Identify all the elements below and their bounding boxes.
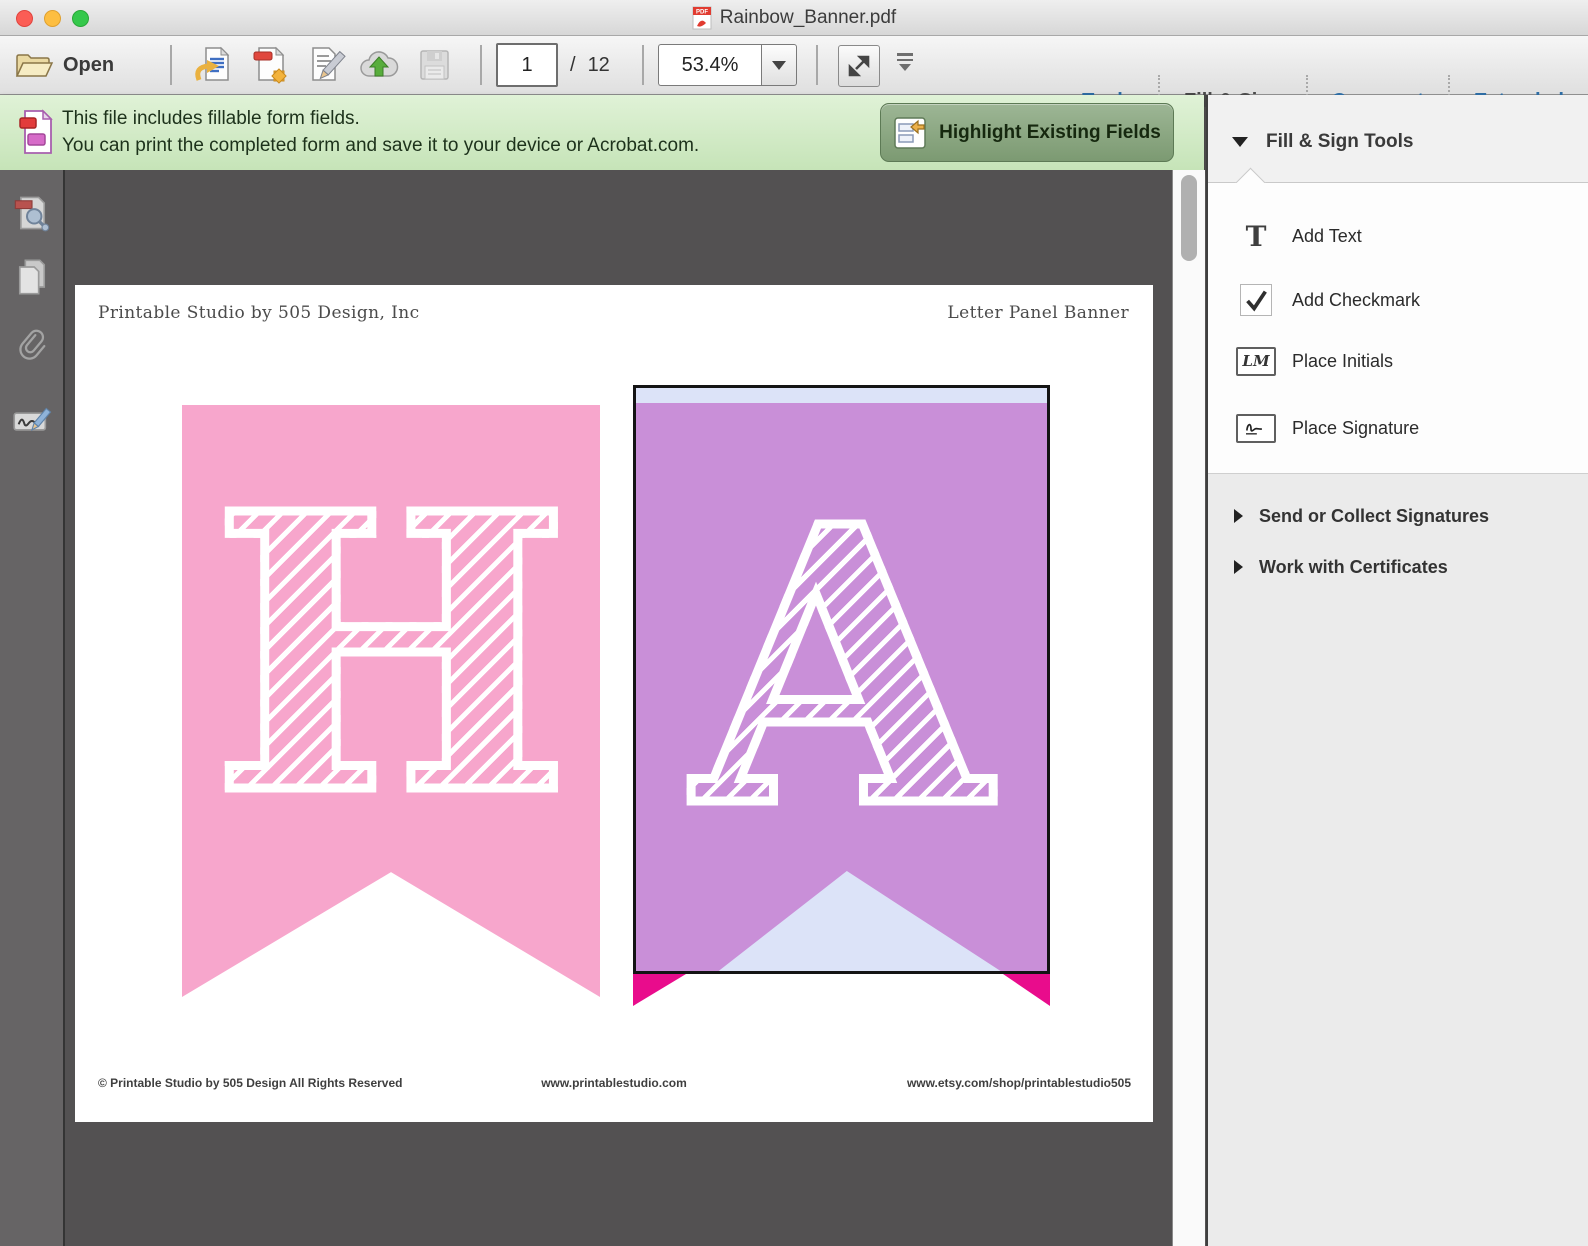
share-file-icon [195,46,230,81]
overflow-arrow-icon [899,64,911,71]
toolbar-separator [642,45,644,85]
toolbar-separator [170,45,172,85]
attachments-panel-button[interactable] [12,326,52,366]
signatures-panel-button[interactable] [12,401,52,441]
pdf-file-icon: PDF [692,6,712,29]
zoom-dropdown-button[interactable] [761,44,797,86]
page-header-left: Printable Studio by 505 Design, Inc [98,303,420,323]
zoom-control: 53.4% [658,36,797,94]
fullscreen-button[interactable] [838,45,880,87]
create-pdf-button[interactable] [247,43,291,87]
sign-document-button[interactable] [302,43,346,87]
panel-tools-list: T Add Text Add Checkmark LM Place Initia… [1208,183,1588,474]
page-count: 12 [587,53,610,76]
page-thumbnails-icon [14,196,50,232]
pages-panel-button[interactable] [12,257,52,297]
initials-sample: LM [1242,352,1270,370]
notification-text: This file includes fillable form fields.… [62,105,699,159]
scrollbar-thumb[interactable] [1181,175,1197,261]
pages-icon [18,259,46,295]
overflow-bar-icon [897,58,913,61]
fill-and-sign-tools-header[interactable]: Fill & Sign Tools [1232,131,1413,153]
expand-triangle-icon [1234,560,1243,574]
toolbar-separator [816,45,818,85]
highlight-existing-fields-button[interactable]: Highlight Existing Fields [880,103,1174,162]
chevron-down-icon [772,60,786,70]
work-with-certificates-label: Work with Certificates [1259,556,1448,577]
upload-to-cloud-button[interactable] [357,43,401,87]
sign-pencil-icon [312,47,346,81]
place-signature-label: Place Signature [1292,417,1420,438]
place-signature-icon [1234,413,1278,443]
zoom-level-input[interactable]: 53.4% [658,44,761,86]
highlight-button-label: Highlight Existing Fields [939,121,1161,143]
paperclip-icon [19,329,46,360]
place-initials-tool[interactable]: LM Place Initials [1208,339,1588,383]
page-number-input[interactable]: 1 [496,43,558,87]
form-fields-notification-bar: This file includes fillable form fields.… [0,95,1204,171]
banner-pennant-h: H [182,405,600,997]
add-checkmark-icon [1234,284,1278,316]
signature-pad-icon [13,407,52,431]
fullscreen-arrows-icon [848,55,870,77]
titlebar: PDF Rainbow_Banner.pdf [0,0,1588,36]
page-divider: / [570,53,576,76]
navigation-rail [0,170,65,1246]
acrobat-window: PDF Rainbow_Banner.pdf Open 1 / 12 53.4%… [0,0,1588,1246]
pennant-underlay-left-tail [633,974,686,1006]
save-button[interactable] [412,43,456,87]
place-initials-icon: LM [1234,346,1278,376]
page-thumbnails-button[interactable] [12,193,52,233]
notification-line-1: This file includes fillable form fields. [62,108,360,129]
toolbar-overflow-button[interactable] [894,53,916,77]
banner-letter-a: A [636,473,1047,862]
pdf-page: Printable Studio by 505 Design, Inc Lett… [75,285,1153,1122]
add-checkmark-label: Add Checkmark [1292,289,1421,310]
toolbar-separator [480,45,482,85]
send-or-collect-signatures-section[interactable]: Send or Collect Signatures [1208,499,1588,533]
pennant-underlay-right-tail [1003,974,1050,1006]
open-button[interactable]: Open [14,36,114,94]
selected-form-field[interactable]: A [633,385,1050,974]
form-document-icon [19,109,53,154]
work-with-certificates-section[interactable]: Work with Certificates [1208,550,1588,584]
banner-letter-h: H [182,460,600,849]
banner-pennant-a: A [636,403,1047,971]
add-text-icon: T [1245,219,1267,253]
highlight-fields-icon [894,116,926,149]
add-text-label: Add Text [1292,225,1362,246]
add-checkmark-tool[interactable]: Add Checkmark [1208,278,1588,322]
collapse-triangle-icon [1232,137,1248,147]
share-file-button[interactable] [192,43,236,87]
page-header-right: Letter Panel Banner [947,303,1129,323]
vertical-scrollbar[interactable] [1172,170,1205,1246]
svg-text:PDF: PDF [696,9,708,15]
open-folder-icon [15,54,54,77]
page-footer-right: www.etsy.com/shop/printablestudio505 [906,1076,1131,1090]
open-label: Open [63,53,115,76]
window-title-container: PDF Rainbow_Banner.pdf [0,0,1588,35]
overflow-bar-icon [897,53,913,56]
cloud-upload-icon [360,51,399,77]
save-floppy-icon [420,50,449,80]
panel-header-label: Fill & Sign Tools [1266,131,1414,152]
create-pdf-icon [253,46,287,84]
page-navigation: 1 / 12 [496,36,610,94]
toolbar: Open 1 / 12 53.4% [0,36,1588,127]
add-text-tool[interactable]: T Add Text [1208,214,1588,258]
send-or-collect-signatures-label: Send or Collect Signatures [1259,505,1490,526]
window-title: Rainbow_Banner.pdf [719,6,897,28]
notification-line-2: You can print the completed form and sav… [62,135,700,156]
place-initials-label: Place Initials [1292,350,1394,371]
place-signature-tool[interactable]: Place Signature [1208,406,1588,450]
fill-and-sign-panel: Fill & Sign Tools T Add Text Add Checkma… [1206,95,1588,1246]
expand-triangle-icon [1234,509,1243,523]
